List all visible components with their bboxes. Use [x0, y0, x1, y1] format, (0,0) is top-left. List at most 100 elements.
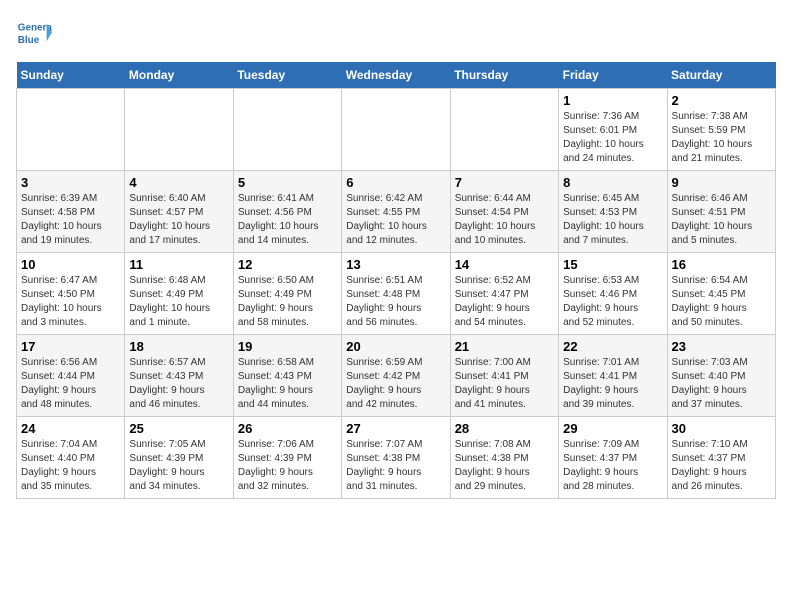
day-info: Sunrise: 6:50 AM Sunset: 4:49 PM Dayligh… [238, 274, 337, 330]
day-number: 23 [672, 339, 771, 354]
day-info: Sunrise: 7:03 AM Sunset: 4:40 PM Dayligh… [672, 356, 771, 412]
day-number: 26 [238, 421, 337, 436]
day-info: Sunrise: 7:01 AM Sunset: 4:41 PM Dayligh… [563, 356, 662, 412]
day-info: Sunrise: 6:39 AM Sunset: 4:58 PM Dayligh… [21, 192, 120, 248]
calendar-cell: 24 Sunrise: 7:04 AM Sunset: 4:40 PM Dayli… [17, 417, 125, 499]
calendar-cell: 16 Sunrise: 6:54 AM Sunset: 4:45 PM Dayli… [667, 253, 775, 335]
calendar-cell: 19 Sunrise: 6:58 AM Sunset: 4:43 PM Dayli… [233, 335, 341, 417]
day-info: Sunrise: 7:05 AM Sunset: 4:39 PM Dayligh… [129, 438, 228, 494]
calendar-cell: 12Sunrise: 6:50 AM Sunset: 4:49 PM Dayli… [233, 253, 341, 335]
calendar-cell: 30Sunrise: 7:10 AM Sunset: 4:37 PM Dayli… [667, 417, 775, 499]
day-number: 7 [455, 175, 554, 190]
calendar-cell: 9Sunrise: 6:46 AM Sunset: 4:51 PM Daylig… [667, 171, 775, 253]
calendar-cell: 25 Sunrise: 7:05 AM Sunset: 4:39 PM Dayli… [125, 417, 233, 499]
day-info: Sunrise: 7:09 AM Sunset: 4:37 PM Dayligh… [563, 438, 662, 494]
header-tuesday: Tuesday [233, 62, 341, 89]
calendar-header-row: SundayMondayTuesdayWednesdayThursdayFrid… [17, 62, 776, 89]
day-info: Sunrise: 7:00 AM Sunset: 4:41 PM Dayligh… [455, 356, 554, 412]
day-info: Sunrise: 6:48 AM Sunset: 4:49 PM Dayligh… [129, 274, 228, 330]
calendar-cell: 26 Sunrise: 7:06 AM Sunset: 4:39 PM Dayli… [233, 417, 341, 499]
day-number: 25 [129, 421, 228, 436]
day-number: 15 [563, 257, 662, 272]
day-number: 27 [346, 421, 445, 436]
calendar-cell [342, 89, 450, 171]
calendar-cell [450, 89, 558, 171]
day-info: Sunrise: 6:44 AM Sunset: 4:54 PM Dayligh… [455, 192, 554, 248]
calendar-cell: 21 Sunrise: 7:00 AM Sunset: 4:41 PM Dayli… [450, 335, 558, 417]
page-header: General Blue [16, 16, 776, 52]
day-info: Sunrise: 6:40 AM Sunset: 4:57 PM Dayligh… [129, 192, 228, 248]
day-number: 14 [455, 257, 554, 272]
logo: General Blue [16, 16, 52, 52]
day-info: Sunrise: 6:58 AM Sunset: 4:43 PM Dayligh… [238, 356, 337, 412]
day-info: Sunrise: 7:06 AM Sunset: 4:39 PM Dayligh… [238, 438, 337, 494]
day-number: 10 [21, 257, 120, 272]
day-number: 24 [21, 421, 120, 436]
calendar-cell [233, 89, 341, 171]
day-number: 5 [238, 175, 337, 190]
header-saturday: Saturday [667, 62, 775, 89]
header-wednesday: Wednesday [342, 62, 450, 89]
calendar-cell: 1 Sunrise: 7:36 AM Sunset: 6:01 PM Daylig… [559, 89, 667, 171]
day-number: 4 [129, 175, 228, 190]
day-info: Sunrise: 7:38 AM Sunset: 5:59 PM Dayligh… [672, 110, 771, 166]
day-number: 17 [21, 339, 120, 354]
calendar-cell: 27 Sunrise: 7:07 AM Sunset: 4:38 PM Dayli… [342, 417, 450, 499]
day-number: 16 [672, 257, 771, 272]
calendar-cell: 8 Sunrise: 6:45 AM Sunset: 4:53 PM Daylig… [559, 171, 667, 253]
calendar-cell: 17 Sunrise: 6:56 AM Sunset: 4:44 PM Dayli… [17, 335, 125, 417]
day-info: Sunrise: 6:54 AM Sunset: 4:45 PM Dayligh… [672, 274, 771, 330]
day-number: 20 [346, 339, 445, 354]
day-number: 21 [455, 339, 554, 354]
calendar-cell: 6 Sunrise: 6:42 AM Sunset: 4:55 PM Daylig… [342, 171, 450, 253]
day-number: 3 [21, 175, 120, 190]
calendar-cell: 14 Sunrise: 6:52 AM Sunset: 4:47 PM Dayli… [450, 253, 558, 335]
day-info: Sunrise: 6:51 AM Sunset: 4:48 PM Dayligh… [346, 274, 445, 330]
logo-svg: General Blue [16, 16, 52, 52]
day-number: 13 [346, 257, 445, 272]
day-info: Sunrise: 6:59 AM Sunset: 4:42 PM Dayligh… [346, 356, 445, 412]
day-info: Sunrise: 7:07 AM Sunset: 4:38 PM Dayligh… [346, 438, 445, 494]
day-info: Sunrise: 6:57 AM Sunset: 4:43 PM Dayligh… [129, 356, 228, 412]
day-info: Sunrise: 6:47 AM Sunset: 4:50 PM Dayligh… [21, 274, 120, 330]
day-number: 1 [563, 93, 662, 108]
day-info: Sunrise: 6:46 AM Sunset: 4:51 PM Dayligh… [672, 192, 771, 248]
calendar-cell: 18 Sunrise: 6:57 AM Sunset: 4:43 PM Dayli… [125, 335, 233, 417]
calendar-cell: 10 Sunrise: 6:47 AM Sunset: 4:50 PM Dayli… [17, 253, 125, 335]
day-info: Sunrise: 6:52 AM Sunset: 4:47 PM Dayligh… [455, 274, 554, 330]
header-monday: Monday [125, 62, 233, 89]
day-info: Sunrise: 7:08 AM Sunset: 4:38 PM Dayligh… [455, 438, 554, 494]
calendar-cell: 11 Sunrise: 6:48 AM Sunset: 4:49 PM Dayli… [125, 253, 233, 335]
day-info: Sunrise: 6:56 AM Sunset: 4:44 PM Dayligh… [21, 356, 120, 412]
calendar-table: SundayMondayTuesdayWednesdayThursdayFrid… [16, 62, 776, 499]
calendar-cell: 13 Sunrise: 6:51 AM Sunset: 4:48 PM Dayli… [342, 253, 450, 335]
day-number: 18 [129, 339, 228, 354]
header-friday: Friday [559, 62, 667, 89]
day-number: 6 [346, 175, 445, 190]
day-number: 19 [238, 339, 337, 354]
header-sunday: Sunday [17, 62, 125, 89]
header-thursday: Thursday [450, 62, 558, 89]
day-info: Sunrise: 6:41 AM Sunset: 4:56 PM Dayligh… [238, 192, 337, 248]
day-number: 8 [563, 175, 662, 190]
calendar-cell: 22Sunrise: 7:01 AM Sunset: 4:41 PM Dayli… [559, 335, 667, 417]
calendar-cell: 15 Sunrise: 6:53 AM Sunset: 4:46 PM Dayli… [559, 253, 667, 335]
day-info: Sunrise: 6:45 AM Sunset: 4:53 PM Dayligh… [563, 192, 662, 248]
calendar-cell: 20 Sunrise: 6:59 AM Sunset: 4:42 PM Dayli… [342, 335, 450, 417]
calendar-cell [17, 89, 125, 171]
calendar-week-3: 10 Sunrise: 6:47 AM Sunset: 4:50 PM Dayli… [17, 253, 776, 335]
calendar-cell: 23 Sunrise: 7:03 AM Sunset: 4:40 PM Dayli… [667, 335, 775, 417]
day-info: Sunrise: 7:36 AM Sunset: 6:01 PM Dayligh… [563, 110, 662, 166]
calendar-cell: 5 Sunrise: 6:41 AM Sunset: 4:56 PM Daylig… [233, 171, 341, 253]
day-number: 29 [563, 421, 662, 436]
day-info: Sunrise: 7:10 AM Sunset: 4:37 PM Dayligh… [672, 438, 771, 494]
day-info: Sunrise: 6:42 AM Sunset: 4:55 PM Dayligh… [346, 192, 445, 248]
calendar-week-4: 17 Sunrise: 6:56 AM Sunset: 4:44 PM Dayli… [17, 335, 776, 417]
svg-text:Blue: Blue [18, 35, 40, 46]
day-number: 11 [129, 257, 228, 272]
day-number: 28 [455, 421, 554, 436]
calendar-cell [125, 89, 233, 171]
day-info: Sunrise: 7:04 AM Sunset: 4:40 PM Dayligh… [21, 438, 120, 494]
day-info: Sunrise: 6:53 AM Sunset: 4:46 PM Dayligh… [563, 274, 662, 330]
calendar-cell: 4 Sunrise: 6:40 AM Sunset: 4:57 PM Daylig… [125, 171, 233, 253]
